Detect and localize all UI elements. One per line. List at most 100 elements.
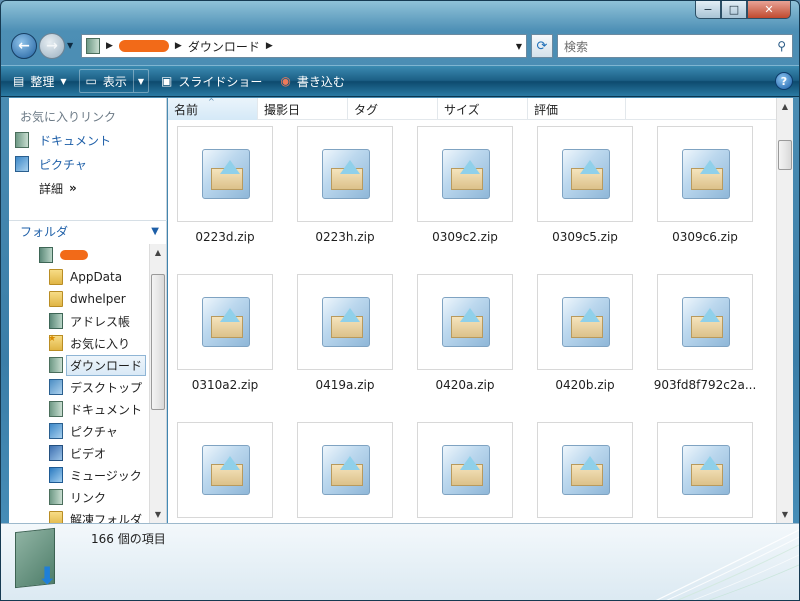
column-header-name[interactable]: ^ 名前	[168, 97, 258, 120]
file-thumbnail[interactable]	[657, 126, 753, 222]
tree-item-dwhelper[interactable]: dwhelper	[9, 288, 149, 310]
tree-item-pictures[interactable]: ピクチャ	[9, 420, 149, 442]
file-item[interactable]: 0420b.zip	[529, 260, 649, 400]
file-thumbnail[interactable]	[537, 126, 633, 222]
file-item[interactable]	[289, 408, 409, 523]
favorite-link-documents[interactable]: ドキュメント	[9, 128, 166, 152]
file-list-scrollbar[interactable]: ▲ ▼	[776, 98, 793, 523]
forward-button[interactable]: →	[39, 33, 65, 59]
file-thumbnail[interactable]	[537, 274, 633, 370]
tree-item-contacts[interactable]: アドレス帳	[9, 310, 149, 332]
file-item[interactable]: 0223d.zip	[169, 122, 289, 252]
tree-item-favorites[interactable]: お気に入り	[9, 332, 149, 354]
file-item[interactable]: 0309c5.zip	[529, 122, 649, 252]
scrollbar-thumb[interactable]	[778, 140, 792, 170]
file-thumbnail[interactable]	[537, 422, 633, 518]
views-dropdown-icon[interactable]: ▼	[132, 70, 148, 92]
file-name[interactable]: 903fd8f792c2a...	[649, 378, 761, 392]
file-name[interactable]: 0223h.zip	[289, 230, 401, 244]
favorite-link-pictures[interactable]: ピクチャ	[9, 152, 166, 176]
zip-archive-icon	[562, 445, 610, 495]
file-item[interactable]: 903fd8f792c2a...	[649, 260, 769, 400]
maximize-button[interactable]: □	[721, 1, 747, 19]
folder-tree-scrollbar[interactable]: ▲ ▼	[149, 244, 166, 523]
file-thumbnail[interactable]	[657, 422, 753, 518]
tree-item-documents[interactable]: ドキュメント	[9, 398, 149, 420]
scroll-up-icon[interactable]: ▲	[777, 98, 793, 115]
folder-icon	[49, 291, 63, 307]
file-name[interactable]: 0223d.zip	[169, 230, 281, 244]
file-item[interactable]	[529, 408, 649, 523]
tree-item-user[interactable]	[9, 244, 149, 266]
file-name[interactable]: 0309c5.zip	[529, 230, 641, 244]
minimize-button[interactable]: −	[695, 1, 721, 19]
breadcrumb-separator-icon[interactable]: ▶	[175, 41, 182, 51]
tree-item-appdata[interactable]: AppData	[9, 266, 149, 288]
back-button[interactable]: ←	[11, 33, 37, 59]
more-links-button[interactable]: 詳細 »	[9, 176, 166, 200]
column-header-size[interactable]: サイズ	[438, 98, 528, 120]
folders-header[interactable]: フォルダ ▼	[9, 220, 167, 242]
search-icon[interactable]: ⚲	[777, 39, 786, 53]
file-item[interactable]	[169, 408, 289, 523]
file-name[interactable]: 0309c2.zip	[409, 230, 521, 244]
file-thumbnail[interactable]	[177, 422, 273, 518]
scrollbar-thumb[interactable]	[151, 274, 165, 410]
help-button[interactable]: ?	[775, 72, 793, 90]
organize-button[interactable]: ▤ 整理 ▼	[7, 69, 73, 93]
tree-item-links[interactable]: リンク	[9, 486, 149, 508]
file-item[interactable]: 0419a.zip	[289, 260, 409, 400]
search-input[interactable]: 検索 ⚲	[557, 34, 793, 58]
column-header-tags[interactable]: タグ	[348, 98, 438, 120]
address-dropdown-icon[interactable]: ▼	[516, 42, 522, 51]
file-item[interactable]: 0420a.zip	[409, 260, 529, 400]
file-thumbnail[interactable]	[417, 126, 513, 222]
file-name[interactable]: 0310a2.zip	[169, 378, 281, 392]
scroll-down-icon[interactable]: ▼	[150, 506, 166, 523]
close-button[interactable]: ✕	[747, 1, 791, 19]
details-pane: ⬇ 166 個の項目	[1, 523, 799, 600]
burn-button[interactable]: ◉ 書き込む	[274, 69, 351, 93]
file-item[interactable]: 0310a2.zip	[169, 260, 289, 400]
breadcrumb-current-folder[interactable]: ダウンロード	[188, 38, 260, 55]
file-item[interactable]	[409, 408, 529, 523]
file-item[interactable]: 0223h.zip	[289, 122, 409, 252]
file-thumbnail[interactable]	[297, 274, 393, 370]
file-thumbnail[interactable]	[417, 274, 513, 370]
breadcrumb-separator-icon[interactable]: ▶	[106, 41, 113, 51]
file-name[interactable]: 0420b.zip	[529, 378, 641, 392]
tree-item-music[interactable]: ミュージック	[9, 464, 149, 486]
file-name[interactable]: 0309c6.zip	[649, 230, 761, 244]
refresh-button[interactable]: ⟳	[531, 34, 553, 58]
file-thumbnail[interactable]	[177, 274, 273, 370]
breadcrumb-separator-icon[interactable]: ▶	[266, 41, 273, 51]
file-name[interactable]: 0419a.zip	[289, 378, 401, 392]
redacted-username[interactable]	[118, 40, 169, 52]
file-item[interactable]	[649, 408, 769, 523]
file-thumbnail[interactable]	[297, 126, 393, 222]
column-header-date-taken[interactable]: 撮影日	[258, 98, 348, 120]
file-item[interactable]: 0309c2.zip	[409, 122, 529, 252]
file-thumbnail[interactable]	[417, 422, 513, 518]
recent-pages-dropdown[interactable]: ▼	[67, 41, 73, 50]
favorite-links-header: お気に入りリンク	[20, 110, 117, 124]
scroll-up-icon[interactable]: ▲	[150, 244, 166, 261]
user-folder-icon	[86, 38, 100, 54]
scroll-down-icon[interactable]: ▼	[777, 506, 793, 523]
file-thumbnail[interactable]	[177, 126, 273, 222]
file-item[interactable]: 0309c6.zip	[649, 122, 769, 252]
views-main[interactable]: ▭ 表示	[80, 70, 133, 92]
file-thumbnail[interactable]	[297, 422, 393, 518]
tree-item-extract[interactable]: 解凍フォルダ	[9, 508, 149, 523]
views-button[interactable]: ▭ 表示 ▼	[78, 69, 150, 93]
tree-item-videos[interactable]: ビデオ	[9, 442, 149, 464]
file-name[interactable]: 0420a.zip	[409, 378, 521, 392]
slideshow-button[interactable]: ▣ スライドショー	[155, 69, 268, 93]
address-bar[interactable]: ▶ ▶ ダウンロード ▶ ▼	[81, 34, 527, 58]
tree-item-desktop[interactable]: デスクトップ	[9, 376, 149, 398]
column-header-rating[interactable]: 評価	[528, 98, 626, 120]
double-chevron-icon: »	[69, 181, 77, 195]
file-thumbnail[interactable]	[657, 274, 753, 370]
zip-archive-icon	[682, 297, 730, 347]
tree-item-downloads[interactable]: ダウンロード	[9, 354, 149, 376]
